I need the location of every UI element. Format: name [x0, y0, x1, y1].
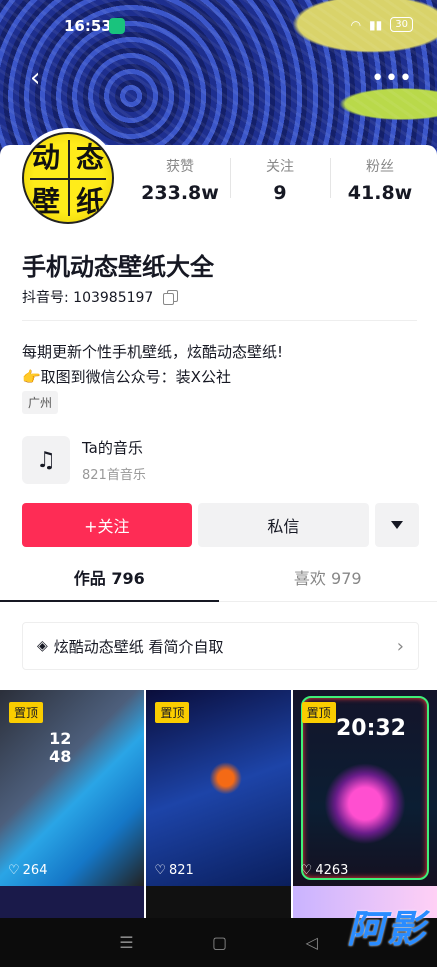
- like-count-value: 264: [22, 863, 48, 878]
- music-entry[interactable]: ♫ Ta的音乐 821首音乐: [22, 436, 146, 484]
- like-count-value: 4263: [315, 863, 349, 878]
- follow-button[interactable]: +关注: [22, 503, 192, 547]
- avatar[interactable]: 动 态 壁 纸: [18, 128, 118, 228]
- signal-icon: ▮▮: [369, 17, 383, 32]
- stat-label: 关注: [266, 159, 294, 175]
- bio-line: 每期更新个性手机壁纸，炫酷动态壁纸!: [22, 343, 284, 361]
- music-note-icon: ♫: [22, 436, 70, 484]
- profile-stats: 获赞 233.8w 关注 9 粉丝 41.8w: [130, 150, 430, 210]
- stat-following[interactable]: 关注 9: [230, 150, 330, 210]
- video-thumbnail[interactable]: [146, 886, 291, 918]
- message-button[interactable]: 私信: [197, 503, 370, 547]
- menu-icon[interactable]: ☰: [119, 933, 133, 952]
- thumbnail-clock: 12 48: [49, 729, 72, 766]
- stat-label: 粉丝: [366, 159, 394, 175]
- profile-name: 手机动态壁纸大全: [22, 253, 214, 281]
- pinned-badge: 置顶: [9, 702, 44, 723]
- video-thumbnail[interactable]: 置顶 12 48 ♡ 264: [0, 690, 145, 886]
- copy-icon[interactable]: [163, 290, 179, 305]
- tab-works[interactable]: 作品 796: [0, 560, 219, 602]
- chevron-down-icon: [391, 521, 404, 529]
- music-title: Ta的音乐: [82, 439, 143, 457]
- stat-followers[interactable]: 粉丝 41.8w: [330, 150, 430, 210]
- like-count-value: 821: [168, 863, 194, 878]
- wifi-icon: ◠: [350, 17, 362, 32]
- watermark-logo: 阿影: [346, 907, 427, 951]
- layers-icon: ◈: [37, 638, 48, 654]
- thumbnail-clock: 20:32: [335, 716, 406, 741]
- bio-line: 👉取图到微信公众号：装X公社: [22, 368, 231, 386]
- music-count: 821首音乐: [82, 468, 146, 483]
- video-thumbnail[interactable]: 置顶 ♡ 821: [146, 690, 291, 886]
- heart-icon: ♡: [300, 863, 313, 878]
- heart-icon: ♡: [154, 863, 166, 878]
- more-options-icon[interactable]: •••: [371, 66, 413, 91]
- profile-bio: 每期更新个性手机壁纸，炫酷动态壁纸! 👉取图到微信公众号：装X公社: [22, 340, 283, 390]
- divider: [22, 320, 417, 321]
- tab-likes[interactable]: 喜欢 979: [219, 560, 437, 601]
- stat-value: 41.8w: [347, 182, 413, 204]
- stat-likes[interactable]: 获赞 233.8w: [130, 150, 230, 210]
- notification-icon: [109, 18, 125, 34]
- back-icon[interactable]: ‹: [30, 64, 54, 92]
- like-count: ♡ 821: [154, 863, 193, 878]
- promo-text: 炫酷动态壁纸 看简介自取: [53, 637, 224, 656]
- back-nav-icon[interactable]: ◁: [305, 933, 317, 952]
- avatar-image: 动 态 壁 纸: [22, 132, 114, 224]
- stat-value: 233.8w: [141, 182, 219, 204]
- douyin-id-text: 抖音号: 103985197: [22, 290, 154, 306]
- location-tag: 广州: [22, 391, 59, 414]
- heart-icon: ♡: [8, 863, 20, 878]
- pinned-badge: 置顶: [155, 702, 190, 723]
- status-time: 16:53: [64, 17, 112, 35]
- stat-label: 获赞: [166, 159, 194, 175]
- video-thumbnail[interactable]: [0, 886, 145, 918]
- status-bar: 16:53 ◠ ▮▮ 30: [0, 14, 437, 40]
- stat-value: 9: [273, 182, 287, 204]
- content-tabs: 作品 796 喜欢 979: [0, 560, 437, 602]
- promo-banner[interactable]: ◈ 炫酷动态壁纸 看简介自取 ›: [22, 622, 419, 670]
- more-dropdown-button[interactable]: [375, 503, 419, 547]
- pinned-badge: 置顶: [301, 702, 336, 723]
- like-count: ♡ 4263: [301, 863, 349, 878]
- status-icons: ◠ ▮▮ 30: [351, 17, 413, 32]
- video-thumbnail[interactable]: 置顶 20:32 ♡ 4263: [292, 690, 437, 886]
- home-icon[interactable]: ▢: [212, 933, 227, 952]
- like-count: ♡ 264: [8, 863, 47, 878]
- profile-actions: +关注 私信: [22, 503, 419, 547]
- battery-icon: 30: [390, 17, 413, 32]
- chevron-right-icon: ›: [396, 635, 404, 657]
- douyin-id: 抖音号: 103985197: [22, 287, 179, 307]
